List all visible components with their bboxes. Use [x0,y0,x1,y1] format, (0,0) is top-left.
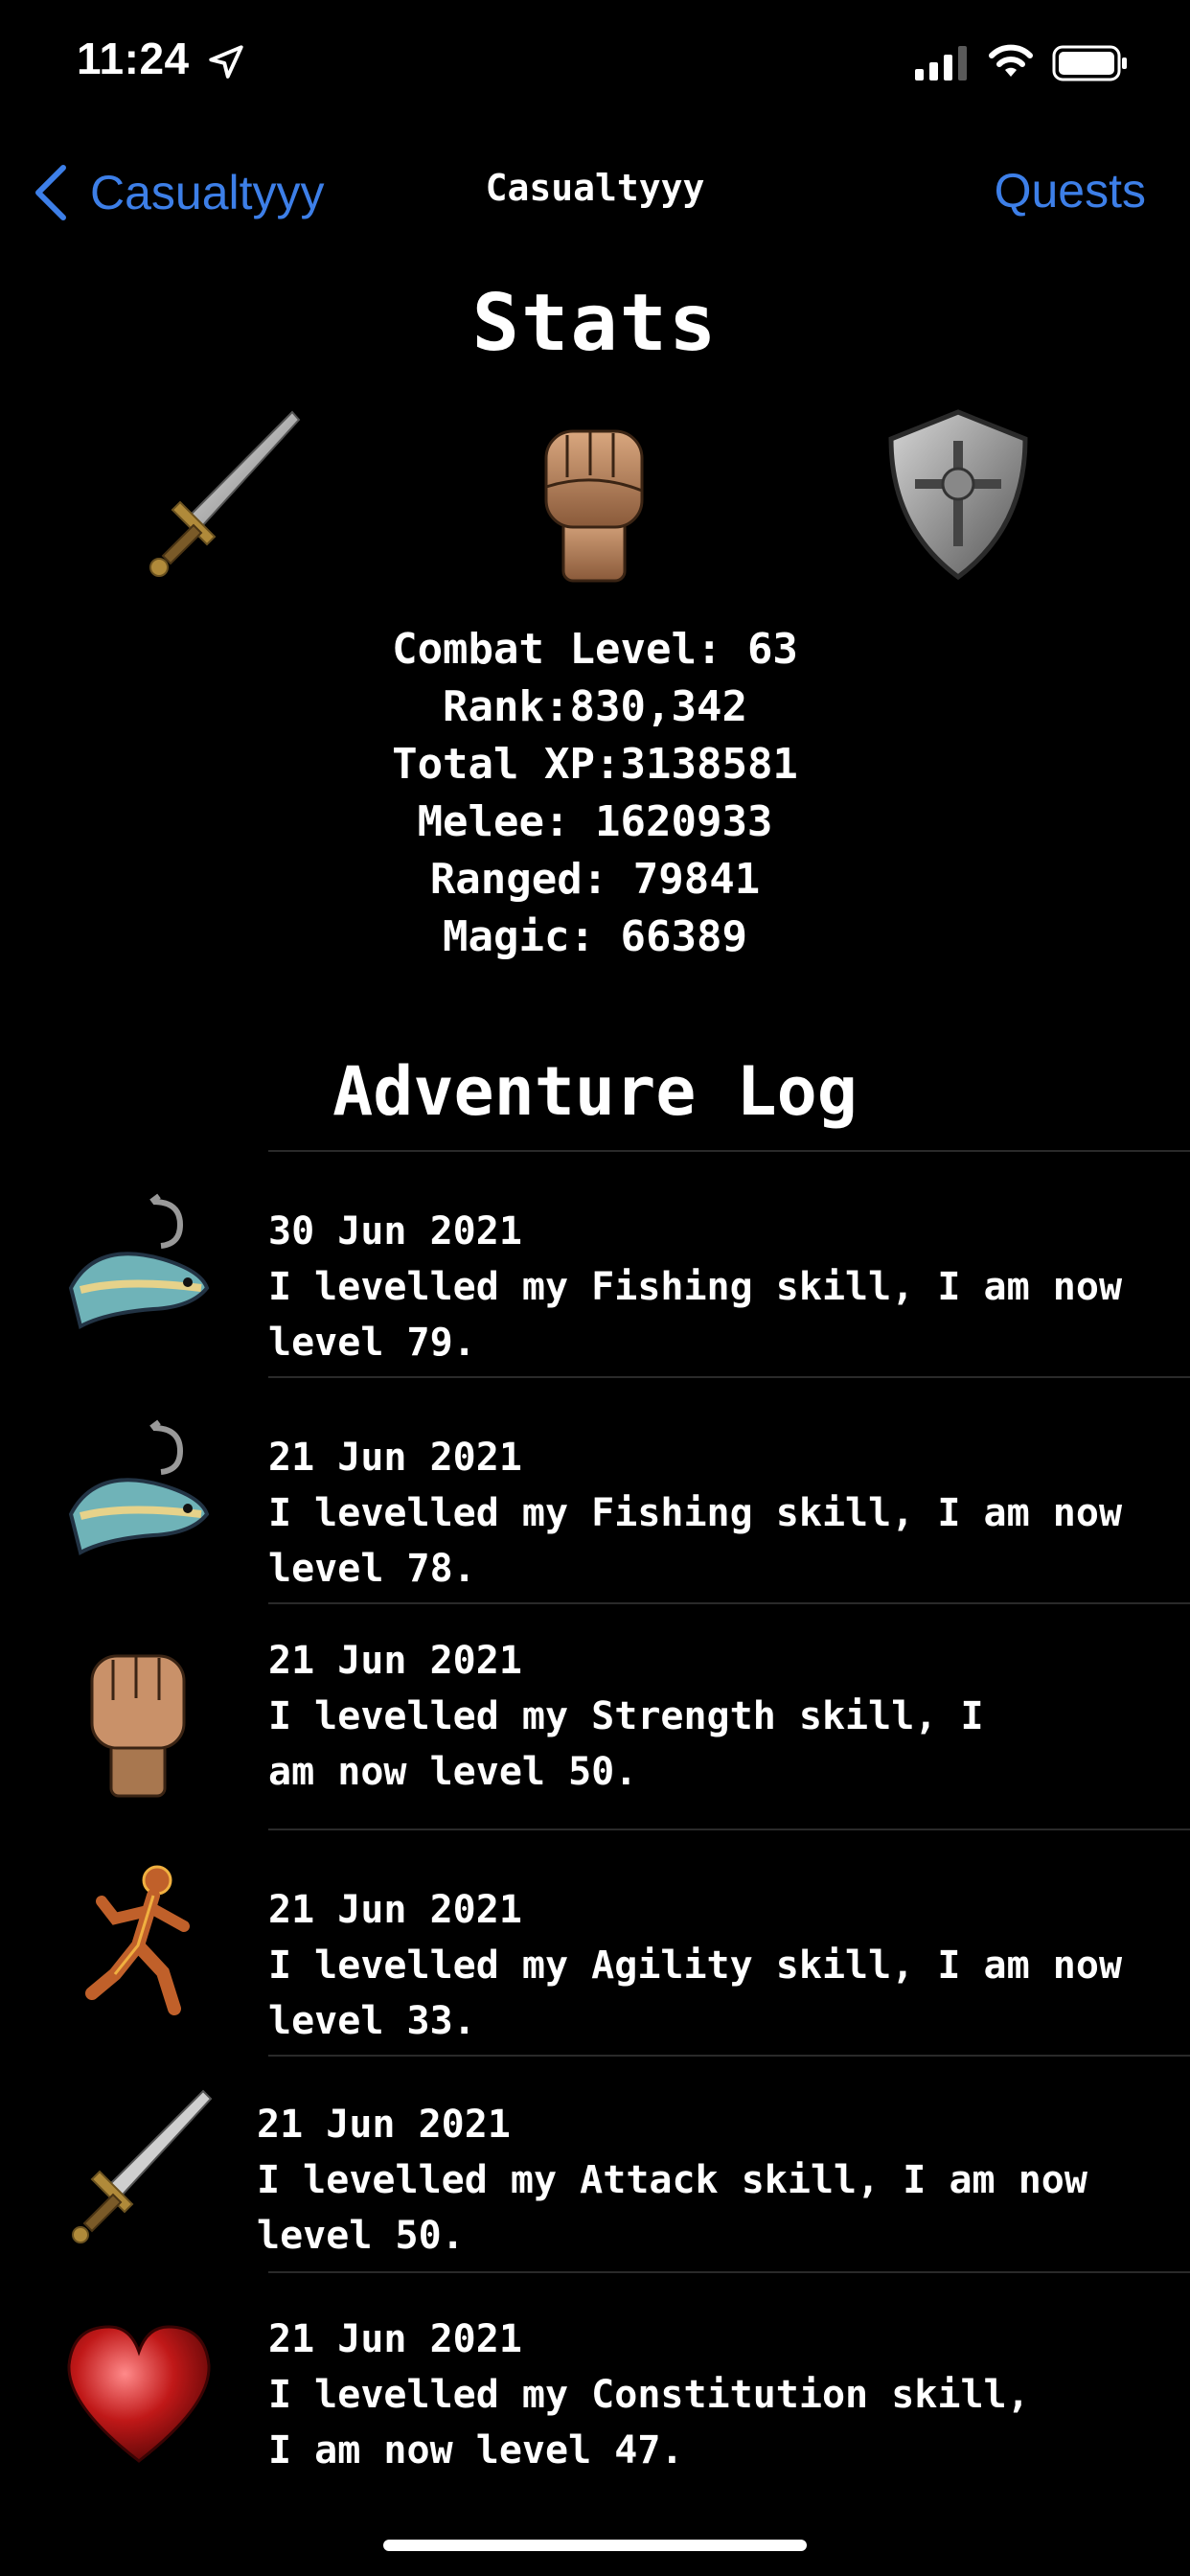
fist-icon [544,429,644,583]
log-date: 21 Jun 2021 [268,1436,522,1480]
stats-heading: Stats [471,278,719,369]
shield-icon [888,409,1028,581]
fishing-icon [68,1193,210,1329]
agility-runner-icon [85,1865,190,2015]
home-indicator[interactable] [383,2540,807,2551]
log-date: 21 Jun 2021 [268,2317,522,2361]
nav-title: Casualtyyy [485,167,705,209]
fist-icon [90,1654,186,1798]
status-time: 11:24 [77,34,190,83]
back-button[interactable]: Casualtyyy [33,159,325,226]
adventure-log-heading: Adventure Log [332,1052,858,1131]
log-description: I levelled my Constitution skill, I am n… [268,2373,1030,2472]
location-arrow-icon [209,45,243,79]
magic-text: Magic: 66389 [443,912,747,961]
quests-button[interactable]: Quests [995,163,1146,218]
navigation-bar: Casualtyyy Casualtyyy Quests [0,144,1190,240]
melee-text: Melee: 1620933 [417,797,773,846]
log-description: I levelled my Agility skill, I am now le… [268,1944,1123,2043]
total-xp-text: Total XP:3138581 [392,740,798,789]
log-description: I levelled my Fishing skill, I am now le… [268,1491,1123,1591]
wifi-icon [989,44,1033,77]
chevron-left-icon [35,165,66,220]
log-item[interactable]: 30 Jun 2021 I levelled my Fishing skill,… [0,1152,1190,1376]
rank-text: Rank:830,342 [443,682,747,731]
log-date: 21 Jun 2021 [268,1639,522,1683]
log-item[interactable]: 21 Jun 2021 I levelled my Fishing skill,… [0,1378,1190,1602]
log-description: I levelled my Attack skill, I am now lev… [257,2158,1087,2258]
status-bar: 11:24 [0,0,1190,134]
log-item[interactable]: 21 Jun 2021 I levelled my Agility skill,… [0,1830,1190,2055]
log-item[interactable]: 21 Jun 2021 I levelled my Constitution s… [0,2273,1190,2497]
log-date: 21 Jun 2021 [268,1888,522,1932]
sword-icon [149,410,301,577]
log-item[interactable]: 21 Jun 2021 I levelled my Attack skill, … [0,2057,1190,2271]
log-date: 21 Jun 2021 [257,2103,511,2147]
log-item[interactable]: 21 Jun 2021 I levelled my Strength skill… [0,1604,1190,1828]
fishing-icon [68,1419,210,1555]
back-button-label: Casualtyyy [90,166,325,219]
ranged-text: Ranged: 79841 [429,855,761,904]
cellular-signal-icon [915,46,967,80]
stats-list: Combat Level: 63 Rank:830,342 Total XP:3… [0,621,1190,966]
log-date: 30 Jun 2021 [268,1209,522,1254]
heart-icon [67,2325,211,2463]
battery-icon [1052,45,1127,81]
sword-icon [72,2089,213,2243]
log-description: I levelled my Fishing skill, I am now le… [268,1265,1123,1365]
log-description: I levelled my Strength skill, I am now l… [268,1694,984,1794]
combat-level-text: Combat Level: 63 [392,625,798,674]
